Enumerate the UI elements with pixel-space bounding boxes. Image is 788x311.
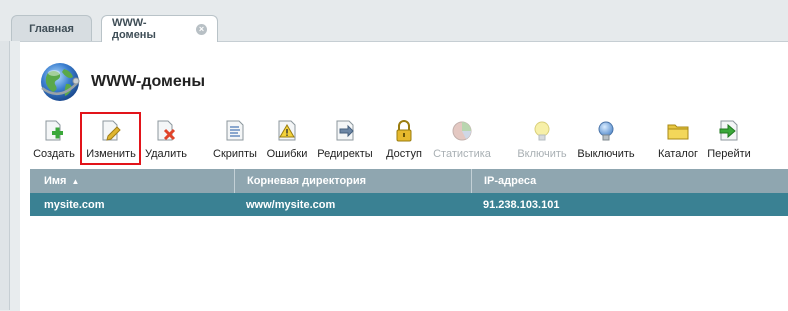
sort-asc-icon: ▲ [71,176,80,186]
column-header-name[interactable]: Имя ▲ [30,169,234,193]
delete-button[interactable]: Удалить [144,116,188,162]
tab-main[interactable]: Главная [11,15,92,41]
page-title: WWW-домены [91,73,206,90]
delete-icon [157,120,176,141]
cell-root-dir: www/mysite.com [246,198,336,211]
scripts-button[interactable]: Скрипты [212,116,258,162]
edit-icon [102,120,121,141]
bulb-on-icon [534,121,550,141]
go-icon [719,120,738,141]
column-header-ip[interactable]: IP-адреса [471,169,788,193]
delete-label: Удалить [145,148,187,160]
tab-bar: Главная WWW-домены × [0,0,788,42]
errors-label: Ошибки [266,148,308,160]
toolbar: Создать Изменить Удалить Скрипты Ошибки … [20,112,788,165]
enable-label: Включить [517,148,567,160]
disable-button[interactable]: Выключить [576,116,636,162]
go-label: Перейти [707,148,751,160]
globe-icon [41,63,80,101]
scripts-icon [226,120,244,141]
tab-www-domains[interactable]: WWW-домены × [101,15,218,42]
create-label: Создать [33,148,75,160]
create-icon [45,120,63,141]
catalog-label: Каталог [658,148,698,160]
redirects-button[interactable]: Редиректы [316,116,374,162]
edit-button[interactable]: Изменить [83,116,139,162]
folder-icon [667,124,689,140]
bulb-off-icon [598,121,614,141]
access-button[interactable]: Доступ [382,116,426,162]
table-row[interactable]: mysite.com www/mysite.com 91.238.103.101 [30,193,788,216]
stats-button[interactable]: Статистика [431,116,493,162]
left-sidebar-strip[interactable] [0,41,10,310]
errors-icon [278,120,296,141]
column-header-name-label: Имя [44,175,67,187]
column-header-root-dir-label: Корневая директория [247,175,367,187]
create-button[interactable]: Создать [32,116,76,162]
table-header: Имя ▲ Корневая директория IP-адреса [30,169,788,193]
tab-main-label: Главная [29,22,74,35]
lock-icon [396,120,412,142]
stats-label: Статистика [433,148,491,160]
errors-button[interactable]: Ошибки [266,116,308,162]
page-header: WWW-домены [38,60,205,104]
domains-table: Имя ▲ Корневая директория IP-адреса mysi… [30,169,788,216]
stats-icon [452,121,472,141]
cell-name: mysite.com [44,198,105,211]
main-panel: WWW-домены Создать Изменить Удалить Скри… [20,41,788,311]
catalog-button[interactable]: Каталог [657,116,699,162]
tab-www-domains-label: WWW-домены [112,17,156,41]
column-header-root-dir[interactable]: Корневая директория [234,169,471,193]
scripts-label: Скрипты [213,148,257,160]
go-button[interactable]: Перейти [707,116,751,162]
column-header-ip-label: IP-адреса [484,175,537,187]
edit-label: Изменить [86,148,136,160]
redirects-icon [336,120,354,141]
close-icon[interactable]: × [196,23,207,35]
cell-ip: 91.238.103.101 [483,198,560,211]
disable-label: Выключить [577,148,635,160]
redirects-label: Редиректы [317,148,373,160]
enable-button[interactable]: Включить [516,116,568,162]
access-label: Доступ [386,148,422,160]
